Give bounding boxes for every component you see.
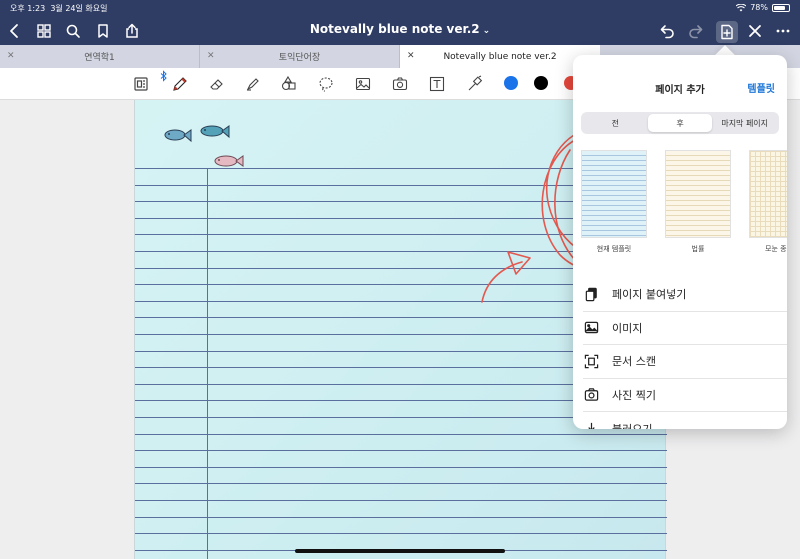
tab-close-icon[interactable]: ✕ [407, 51, 415, 61]
status-time: 오후 1:23 3월 24일 화요일 [10, 4, 108, 13]
page-view-icon[interactable] [131, 74, 151, 94]
text-icon[interactable] [427, 74, 447, 94]
template-thumbnail-legal[interactable] [665, 150, 731, 238]
position-segmented-control: 전 후 마지막 페이지 [581, 112, 779, 134]
shapes-icon[interactable] [279, 74, 299, 94]
menu-item-paste-page[interactable]: 페이지 붙여넣기 [583, 278, 787, 312]
navigation-bar: 오후 1:23 3월 24일 화요일 78% Notevally blue no… [0, 0, 800, 45]
tab-document[interactable]: ✕ 연역학1 [0, 45, 200, 68]
eraser-icon[interactable] [207, 74, 227, 94]
template-thumbnails: 현재 템플릿 법률 모눈 종 [573, 150, 787, 260]
color-swatch-black[interactable] [534, 76, 548, 90]
bluetooth-icon [158, 70, 170, 82]
template-thumbnail-label: 현재 템플릿 [596, 245, 632, 253]
menu-item-import[interactable]: 불러오기 [583, 412, 787, 429]
add-page-popover: 페이지 추가 템플릿 전 후 마지막 페이지 현재 템플릿 법률 모눈 종 페이… [573, 55, 787, 429]
scan-document-icon [583, 353, 599, 369]
lasso-icon[interactable] [316, 74, 336, 94]
ruled-line [135, 483, 667, 485]
document-title[interactable]: Notevally blue note ver.2 ⌄ [0, 22, 800, 36]
tab-document[interactable]: ✕ 토익단어장 [200, 45, 400, 68]
ruled-line [135, 450, 667, 452]
pen-icon[interactable] [170, 74, 190, 94]
tab-label: Notevally blue note ver.2 [443, 51, 557, 62]
template-thumbnail-current[interactable] [581, 150, 647, 238]
add-page-menu: 페이지 붙여넣기 이미지 문서 스캔 사진 찍기 불러오기 [573, 278, 787, 429]
ruled-line [135, 500, 667, 501]
ruled-line [135, 433, 667, 435]
tab-label: 토익단어장 [278, 53, 321, 63]
battery-icon [772, 3, 790, 12]
highlighter-icon[interactable] [243, 74, 263, 94]
tab-close-icon[interactable]: ✕ [207, 51, 215, 61]
import-icon [583, 421, 599, 429]
undo-icon[interactable] [658, 22, 676, 40]
menu-item-image[interactable]: 이미지 [583, 312, 787, 345]
battery-percent: 78% [750, 3, 768, 12]
template-thumbnail-label: 모눈 종 [765, 245, 787, 253]
fish-icon [164, 129, 192, 143]
segment-last-page[interactable]: 마지막 페이지 [712, 114, 777, 132]
fish-icon [200, 125, 230, 139]
close-icon[interactable] [746, 22, 764, 40]
ruled-line [135, 533, 667, 535]
status-indicators: 78% [736, 3, 790, 12]
redo-icon[interactable] [687, 22, 705, 40]
image-icon[interactable] [353, 74, 373, 94]
wifi-icon [736, 3, 747, 11]
template-thumbnail-label: 법률 [691, 245, 705, 253]
camera-icon [583, 387, 599, 403]
menu-item-take-photo[interactable]: 사진 찍기 [583, 379, 787, 412]
ruled-line [135, 516, 667, 518]
segment-before[interactable]: 전 [583, 114, 648, 132]
image-icon [583, 320, 599, 336]
ruled-line [135, 466, 667, 468]
more-icon[interactable] [774, 22, 792, 40]
tab-label: 연역학1 [84, 53, 115, 63]
laser-pointer-icon[interactable] [464, 74, 484, 94]
menu-item-scan-document[interactable]: 문서 스캔 [583, 345, 787, 379]
color-swatch-blue[interactable] [504, 76, 518, 90]
template-thumbnail-grid[interactable] [749, 150, 787, 238]
camera-icon[interactable] [390, 74, 410, 94]
home-indicator [295, 549, 505, 553]
template-link[interactable]: 템플릿 [747, 80, 775, 95]
segment-after[interactable]: 후 [647, 114, 713, 132]
chevron-down-icon: ⌄ [482, 26, 491, 36]
add-page-icon[interactable] [716, 21, 738, 43]
tab-document-active[interactable]: ✕ Notevally blue note ver.2 [400, 45, 600, 68]
tab-close-icon[interactable]: ✕ [7, 51, 15, 61]
paste-page-icon [583, 286, 599, 302]
